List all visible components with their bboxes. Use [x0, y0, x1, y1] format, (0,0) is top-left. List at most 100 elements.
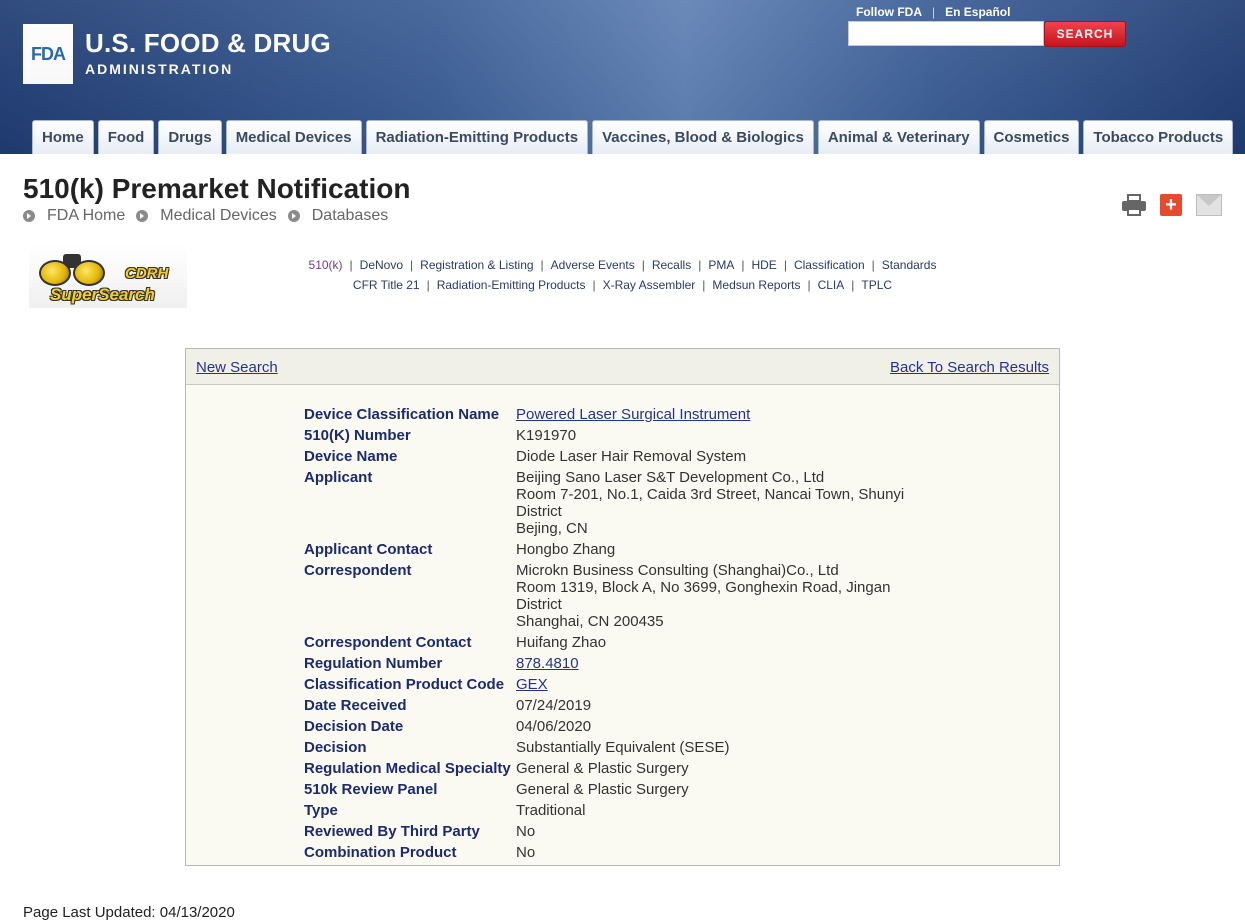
record-field-label: 510k Review Panel: [304, 781, 438, 798]
record-field-value: Traditional: [516, 802, 936, 819]
record-field-value: 878.4810: [516, 655, 936, 672]
record-field-value: 04/06/2020: [516, 718, 936, 735]
record-panel: New Search Back To Search Results Device…: [185, 348, 1060, 866]
nav-tab-cosmetics[interactable]: Cosmetics: [983, 120, 1080, 154]
record-field-row: Device Name Diode Laser Hair Removal Syst…: [304, 448, 936, 465]
top-links: Follow FDA | En Español: [856, 5, 1010, 19]
record-field-row: 510k Review Panel General & Plastic Surge…: [304, 781, 936, 798]
record-field-value-line: Substantially Equivalent (SESE): [516, 739, 730, 756]
db-link-denovo[interactable]: DeNovo: [360, 258, 403, 272]
record-field-value-line: 04/06/2020: [516, 718, 592, 735]
site-search-input[interactable]: [848, 21, 1044, 46]
record-field-value: K191970: [516, 427, 936, 444]
record-field-value: GEX: [516, 676, 936, 693]
record-field-value-line: Shanghai, CN 200435: [516, 613, 664, 630]
db-link-tplc[interactable]: TPLC: [861, 278, 892, 292]
record-field-label: Device Name: [304, 448, 398, 465]
breadcrumb-arrow-icon: [136, 210, 149, 222]
record-field-value-line: Room 7-201, No.1, Caida 3rd Street, Nanc…: [516, 486, 905, 520]
breadcrumb-arrow-icon: [23, 210, 35, 222]
page-tools: +: [1122, 193, 1222, 217]
record-field-value: Microkn Business Consulting (Shanghai)Co…: [516, 562, 936, 630]
nav-tab-drugs[interactable]: Drugs: [158, 120, 222, 154]
record-field-value-line: General & Plastic Surgery: [516, 760, 689, 777]
nav-tab-medical-devices[interactable]: Medical Devices: [225, 120, 362, 154]
agency-name-line2: ADMINISTRATION: [85, 61, 234, 77]
nav-tab-home[interactable]: Home: [32, 120, 94, 154]
record-field-value: Hongbo Zhang: [516, 541, 936, 558]
add-icon[interactable]: +: [1160, 194, 1182, 216]
nav-tab-animal-veterinary[interactable]: Animal & Veterinary: [817, 120, 980, 154]
record-field-value-line: Microkn Business Consulting (Shanghai)Co…: [516, 562, 839, 579]
breadcrumb: FDA Home Medical Devices Databases: [23, 207, 399, 225]
breadcrumb-label: FDA Home: [47, 207, 126, 224]
record-field-value-line: Beijing Sano Laser S&T Development Co., …: [516, 469, 825, 486]
db-link-standards[interactable]: Standards: [882, 258, 937, 272]
record-field-label: Regulation Number: [304, 655, 443, 672]
db-link-x-ray-assembler[interactable]: X-Ray Assembler: [603, 278, 696, 292]
record-field-label: Combination Product: [304, 844, 457, 861]
top-link-separator: |: [932, 5, 936, 19]
breadcrumb-item-medical-devices[interactable]: Medical Devices: [136, 207, 277, 225]
back-to-search-results-link[interactable]: Back To Search Results: [890, 359, 1049, 376]
db-link-hde[interactable]: HDE: [751, 258, 776, 272]
db-link-radiation-emitting-products[interactable]: Radiation-Emitting Products: [437, 278, 586, 292]
record-field-value: Substantially Equivalent (SESE): [516, 739, 936, 756]
nav-tab-radiation-emitting-products[interactable]: Radiation-Emitting Products: [365, 120, 589, 154]
record-field-label: Applicant: [304, 469, 373, 486]
record-field-row: Applicant Beijing Sano Laser S&T Developm…: [304, 469, 936, 537]
cdrh-supersearch-logo[interactable]: CDRH SuperSearch: [29, 244, 187, 308]
fda-logo-text: FDA: [31, 43, 66, 64]
nav-tab-food[interactable]: Food: [97, 120, 155, 154]
db-link-medsun-reports[interactable]: Medsun Reports: [712, 278, 800, 292]
record-field-row: Correspondent Microkn Business Consulting…: [304, 562, 936, 630]
db-link-adverse-events[interactable]: Adverse Events: [551, 258, 635, 272]
record-field-value-line: No: [516, 844, 536, 861]
main-nav: Home Food Drugs Medical Devices Radiatio…: [32, 120, 1237, 154]
record-field-link[interactable]: Powered Laser Surgical Instrument: [516, 406, 936, 423]
breadcrumb-item-databases[interactable]: Databases: [287, 207, 388, 225]
record-field-label: Correspondent: [304, 562, 412, 579]
email-icon[interactable]: [1196, 194, 1222, 216]
nav-tab-vaccines-blood-biologics[interactable]: Vaccines, Blood & Biologics: [592, 120, 814, 154]
record-field-value-line: No: [516, 823, 536, 840]
record-field-link[interactable]: 878.4810: [516, 655, 936, 672]
db-link-classification[interactable]: Classification: [794, 258, 865, 272]
search-button[interactable]: SEARCH: [1044, 21, 1126, 47]
new-search-link[interactable]: New Search: [196, 359, 278, 376]
db-link-cfr-title-21[interactable]: CFR Title 21: [353, 278, 420, 292]
record-field-value-line: Huifang Zhao: [516, 634, 607, 651]
record-field-row: Device Classification Name Powered Laser …: [304, 406, 936, 423]
record-field-value: General & Plastic Surgery: [516, 781, 936, 798]
record-field-value-line: Bejing, CN: [516, 520, 588, 537]
page-last-updated: Page Last Updated: 04/13/2020: [23, 904, 235, 921]
record-field-value: No: [516, 823, 936, 840]
db-link-510k[interactable]: 510(k): [309, 258, 343, 272]
db-link-clia[interactable]: CLIA: [818, 278, 845, 292]
db-link-recalls[interactable]: Recalls: [652, 258, 691, 272]
db-link-registration-listing[interactable]: Registration & Listing: [420, 258, 533, 272]
agency-name-line1: U.S. FOOD & DRUG: [85, 28, 331, 58]
record-field-row: 510(K) Number K191970: [304, 427, 936, 444]
database-links-row1: 510(k) | DeNovo | Registration & Listing | Adv…: [308, 258, 937, 272]
record-field-value-line: General & Plastic Surgery: [516, 781, 689, 798]
nav-tab-tobacco-products[interactable]: Tobacco Products: [1083, 120, 1234, 154]
record-field-row: Regulation Medical Specialty General & Pl…: [304, 760, 936, 777]
record-field-value-line: K191970: [516, 427, 577, 444]
record-field-value: 07/24/2019: [516, 697, 936, 714]
db-link-pma[interactable]: PMA: [708, 258, 734, 272]
record-field-label: 510(K) Number: [304, 427, 411, 444]
fda-logo[interactable]: FDA: [23, 24, 73, 84]
record-field-row: Combination Product No: [304, 844, 936, 861]
record-field-row: Date Received 07/24/2019: [304, 697, 936, 714]
follow-fda-link[interactable]: Follow FDA: [856, 5, 922, 19]
en-espanol-link[interactable]: En Español: [945, 5, 1010, 19]
record-field-link[interactable]: GEX: [516, 676, 936, 693]
record-field-value: No: [516, 844, 936, 861]
print-icon[interactable]: [1122, 193, 1146, 217]
record-fields: Device Classification Name Powered Laser …: [304, 406, 936, 865]
record-field-label: Decision: [304, 739, 367, 756]
record-field-value: Beijing Sano Laser S&T Development Co., …: [516, 469, 936, 537]
breadcrumb-item-fda-home[interactable]: FDA Home: [23, 207, 125, 225]
record-field-label: Device Classification Name: [304, 406, 500, 423]
